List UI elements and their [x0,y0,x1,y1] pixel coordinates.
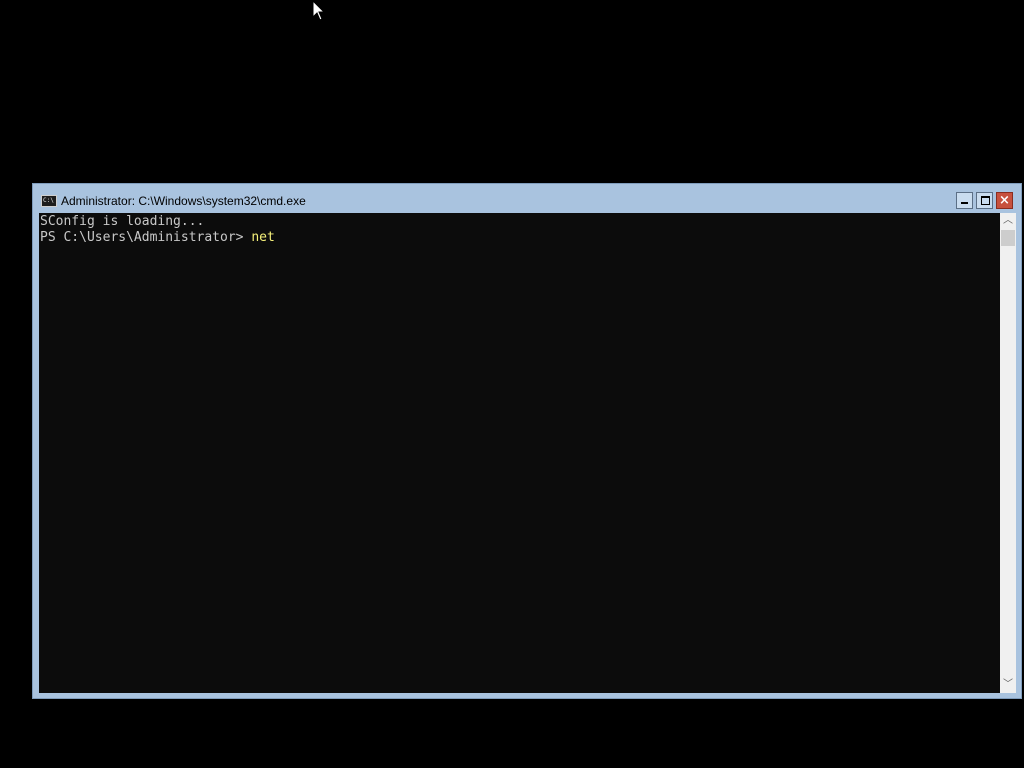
cmd-app-icon[interactable]: C:\ [41,195,57,207]
scroll-thumb[interactable] [1001,230,1015,246]
scroll-up-icon[interactable]: ︿ [1000,213,1016,229]
cmd-window[interactable]: C:\ Administrator: C:\Windows\system32\c… [32,183,1022,699]
close-button[interactable]: × [996,192,1013,209]
console-prompt-line[interactable]: PS C:\Users\Administrator> net [40,230,275,246]
scroll-down-icon[interactable]: ﹀ [1000,677,1016,693]
minimize-button[interactable] [956,192,973,209]
console-prompt: PS C:\Users\Administrator> [40,230,252,245]
console-line: SConfig is loading... [40,214,205,229]
close-icon: × [999,193,1010,208]
title-bar[interactable]: C:\ Administrator: C:\Windows\system32\c… [33,184,1021,214]
minimize-icon [961,202,968,204]
maximize-button[interactable] [976,192,993,209]
console-output[interactable]: SConfig is loading... PS C:\Users\Admini… [39,213,1000,693]
maximize-icon [981,196,990,205]
window-title: Administrator: C:\Windows\system32\cmd.e… [61,194,306,208]
mouse-pointer-icon [312,0,326,22]
vertical-scrollbar[interactable]: ︿ ﹀ [1000,213,1016,693]
typed-command[interactable]: net [251,230,274,245]
